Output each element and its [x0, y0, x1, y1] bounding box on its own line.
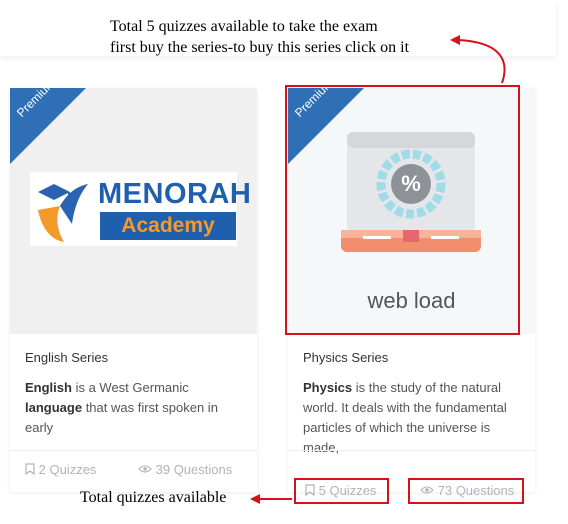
annotation-arrow-top	[450, 35, 506, 84]
quiz-count[interactable]: 2 Quizzes	[25, 462, 96, 477]
series-title[interactable]: Physics Series	[303, 350, 388, 365]
series-card-english[interactable]: MENORAH Academy Premium English Series E…	[10, 88, 257, 492]
annotation-bottom: Total quizzes available	[80, 489, 227, 506]
bookmark-icon	[25, 463, 35, 476]
divider	[288, 450, 535, 451]
annotation-arrow-bottom	[250, 494, 292, 504]
logo-title: MENORAH	[98, 178, 252, 210]
series-description: Physics is the study of the natural worl…	[303, 380, 507, 455]
card-image[interactable]: MENORAH Academy Premium	[10, 88, 257, 334]
series-title[interactable]: English Series	[25, 350, 108, 365]
logo: MENORAH Academy	[30, 172, 251, 246]
question-count: 39 Questions	[138, 462, 232, 477]
highlight-box-questions	[408, 478, 524, 504]
premium-ribbon	[10, 88, 86, 164]
series-description: English is a West Germanic language that…	[25, 380, 218, 435]
annotation-top-line2: first buy the series-to buy this series …	[110, 39, 410, 56]
highlight-box-quizzes	[294, 478, 389, 504]
highlight-box-image	[285, 85, 520, 335]
graduation-cap-icon	[38, 184, 88, 242]
eye-icon	[138, 465, 152, 473]
logo-subtitle: Academy	[100, 212, 236, 240]
annotation-top-line1: Total 5 quizzes available to take the ex…	[110, 18, 378, 35]
divider	[10, 450, 257, 451]
